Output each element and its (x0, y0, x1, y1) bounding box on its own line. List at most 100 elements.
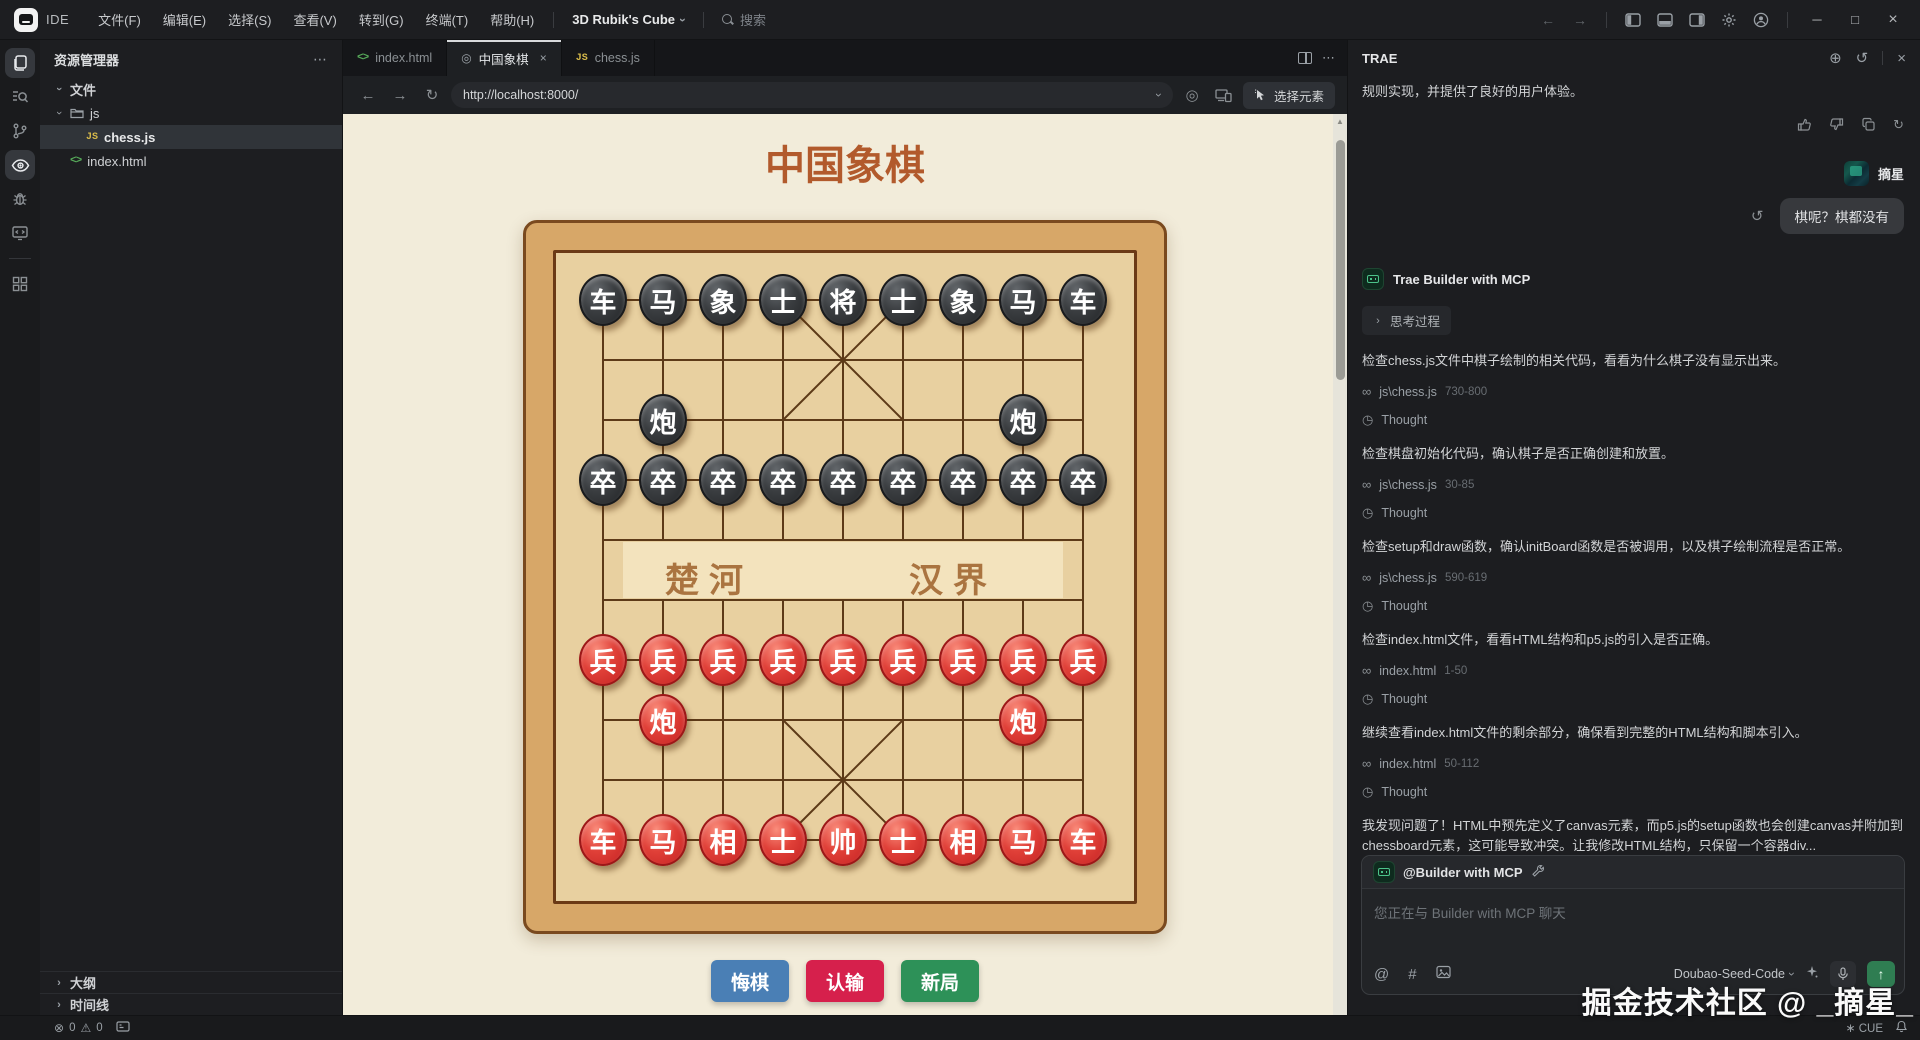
extensions-grid-icon[interactable] (5, 269, 35, 299)
explorer-more-icon[interactable]: ⋯ (313, 51, 328, 68)
browser-back-icon[interactable]: ← (355, 83, 381, 107)
red-piece-兵[interactable]: 兵 (759, 634, 807, 686)
chat-input-box[interactable]: @Builder with MCP 您正在与 Builder with MCP … (1361, 855, 1905, 995)
thought-step[interactable]: ◷ Thought (1362, 691, 1904, 707)
regenerate-icon[interactable]: ↻ (1893, 117, 1904, 133)
thought-step[interactable]: ◷ Thought (1362, 412, 1904, 428)
global-search[interactable]: 搜索 (722, 10, 766, 29)
account-icon[interactable] (1747, 7, 1775, 33)
red-piece-兵[interactable]: 兵 (579, 634, 627, 686)
debug-bug-icon[interactable] (5, 184, 35, 214)
menu-item[interactable]: 选择(S) (217, 6, 282, 33)
search-panel-icon[interactable] (5, 82, 35, 112)
attach-image-icon[interactable] (1435, 965, 1451, 983)
black-piece-卒[interactable]: 卒 (939, 454, 987, 506)
menu-item[interactable]: 查看(V) (282, 6, 347, 33)
game-button-新局[interactable]: 新局 (901, 960, 979, 1002)
editor-tab[interactable]: ◎ 中国象棋 × (447, 40, 562, 76)
black-piece-士[interactable]: 士 (759, 274, 807, 326)
red-piece-士[interactable]: 士 (879, 814, 927, 866)
thumbs-up-icon[interactable] (1797, 117, 1812, 133)
thinking-process-toggle[interactable]: › 思考过程 (1362, 306, 1452, 335)
scrollbar-up-arrow[interactable]: ▲ (1333, 117, 1347, 126)
black-piece-士[interactable]: 士 (879, 274, 927, 326)
menu-item[interactable]: 转到(G) (348, 6, 415, 33)
address-bar[interactable]: http://localhost:8000/ › (451, 82, 1173, 108)
browser-forward-icon[interactable]: → (387, 83, 413, 107)
file-reference[interactable]: ∞ js\chess.js 30-85 (1362, 477, 1904, 492)
file-reference[interactable]: ∞ js\chess.js 730-800 (1362, 384, 1904, 399)
new-chat-icon[interactable]: ⊕ (1829, 49, 1842, 67)
nav-forward-button[interactable]: → (1566, 7, 1594, 33)
tree-file-indexhtml[interactable]: <> index.html (40, 149, 342, 173)
red-piece-兵[interactable]: 兵 (999, 634, 1047, 686)
chat-history-icon[interactable]: ↺ (1856, 49, 1869, 67)
red-piece-帅[interactable]: 帅 (819, 814, 867, 866)
black-piece-象[interactable]: 象 (699, 274, 747, 326)
thought-step[interactable]: ◷ Thought (1362, 784, 1904, 800)
file-reference[interactable]: ∞ js\chess.js 590-619 (1362, 570, 1904, 585)
black-piece-卒[interactable]: 卒 (759, 454, 807, 506)
close-chat-icon[interactable]: × (1897, 50, 1906, 67)
ports-icon[interactable] (116, 1021, 130, 1035)
preview-scrollbar[interactable]: ▲ (1333, 114, 1347, 1015)
tree-folder-js[interactable]: › js (40, 101, 342, 125)
toggle-bottom-panel-icon[interactable] (1651, 7, 1679, 33)
black-piece-车[interactable]: 车 (579, 274, 627, 326)
explorer-icon[interactable] (5, 48, 35, 78)
retry-icon[interactable]: ↺ (1751, 207, 1764, 225)
editor-tab[interactable]: <> index.html (343, 40, 448, 76)
close-window-button[interactable]: × (1876, 6, 1910, 34)
game-button-认输[interactable]: 认输 (806, 960, 884, 1002)
red-piece-马[interactable]: 马 (999, 814, 1047, 866)
black-piece-卒[interactable]: 卒 (639, 454, 687, 506)
file-reference[interactable]: ∞ index.html 50-112 (1362, 756, 1904, 771)
select-element-button[interactable]: 选择元素 (1242, 81, 1335, 109)
black-piece-卒[interactable]: 卒 (1059, 454, 1107, 506)
red-piece-兵[interactable]: 兵 (1059, 634, 1107, 686)
red-piece-车[interactable]: 车 (579, 814, 627, 866)
thought-step[interactable]: ◷ Thought (1362, 505, 1904, 521)
black-piece-将[interactable]: 将 (819, 274, 867, 326)
outline-section[interactable]: › 大纲 (40, 971, 342, 993)
red-piece-马[interactable]: 马 (639, 814, 687, 866)
scrollbar-thumb[interactable] (1335, 140, 1345, 380)
copy-icon[interactable] (1861, 117, 1876, 133)
webview-monitor-icon[interactable] (5, 218, 35, 248)
responsive-device-icon[interactable] (1211, 83, 1237, 107)
browser-refresh-icon[interactable]: ↻ (419, 83, 445, 107)
red-piece-兵[interactable]: 兵 (879, 634, 927, 686)
project-switcher[interactable]: 3D Rubik's Cube › (562, 8, 695, 31)
black-piece-象[interactable]: 象 (939, 274, 987, 326)
menu-item[interactable]: 编辑(E) (152, 6, 217, 33)
black-piece-马[interactable]: 马 (639, 274, 687, 326)
black-piece-车[interactable]: 车 (1059, 274, 1107, 326)
split-editor-icon[interactable] (1298, 52, 1312, 64)
chevron-down-icon[interactable]: › (1152, 93, 1166, 97)
xiangqi-board[interactable]: 楚河 汉界 车马象士将士象马车炮炮卒卒卒卒卒卒卒卒卒兵兵兵兵兵兵兵兵兵炮炮车马相… (523, 220, 1167, 934)
tabbar-more-icon[interactable]: ⋯ (1322, 50, 1335, 66)
source-control-icon[interactable] (5, 116, 35, 146)
context-hash-icon[interactable]: # (1408, 966, 1416, 983)
chat-input-placeholder[interactable]: 您正在与 Builder with MCP 聊天 (1362, 889, 1904, 935)
notifications-bell-icon[interactable] (1895, 1020, 1908, 1036)
red-piece-车[interactable]: 车 (1059, 814, 1107, 866)
black-piece-卒[interactable]: 卒 (819, 454, 867, 506)
preview-eye-icon[interactable] (5, 150, 35, 180)
timeline-section[interactable]: › 时间线 (40, 993, 342, 1015)
toggle-left-panel-icon[interactable] (1619, 7, 1647, 33)
red-piece-兵[interactable]: 兵 (639, 634, 687, 686)
thumbs-down-icon[interactable] (1829, 117, 1844, 133)
red-piece-炮[interactable]: 炮 (639, 694, 687, 746)
file-reference[interactable]: ∞ index.html 1-50 (1362, 663, 1904, 678)
red-piece-炮[interactable]: 炮 (999, 694, 1047, 746)
tab-close-icon[interactable]: × (540, 51, 547, 65)
black-piece-马[interactable]: 马 (999, 274, 1047, 326)
nav-back-button[interactable]: ← (1534, 7, 1562, 33)
tree-root-files[interactable]: › 文件 (40, 77, 342, 101)
maximize-button[interactable]: □ (1838, 6, 1872, 34)
settings-gear-icon[interactable] (1715, 7, 1743, 33)
red-piece-兵[interactable]: 兵 (819, 634, 867, 686)
editor-tab[interactable]: JS chess.js (562, 40, 655, 76)
mention-icon[interactable]: @ (1374, 966, 1389, 983)
